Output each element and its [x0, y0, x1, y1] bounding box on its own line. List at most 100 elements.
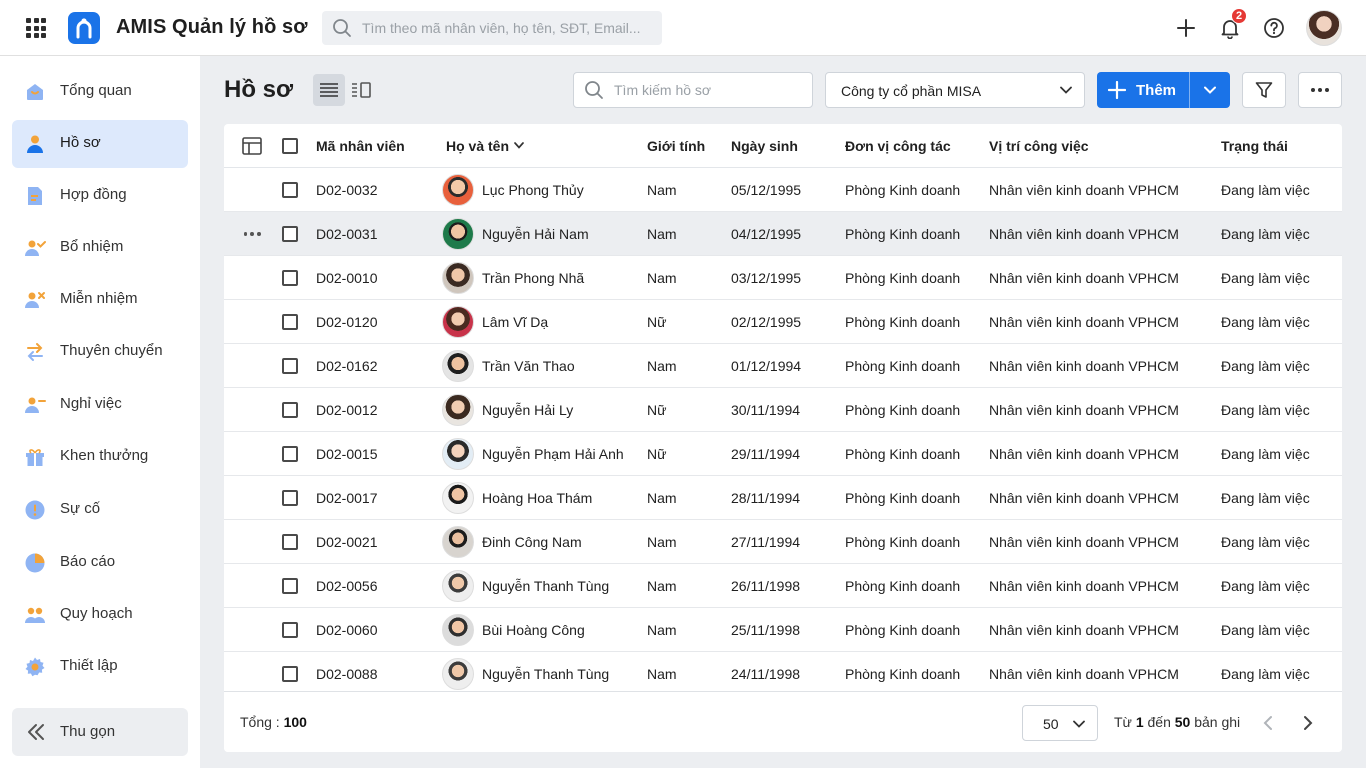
table-row[interactable]: D02-0012 Nguyễn Hải Ly Nữ 30/11/1994 Phò… [224, 388, 1342, 432]
table-row[interactable]: D02-0056 Nguyễn Thanh Tùng Nam 26/11/199… [224, 564, 1342, 608]
column-settings-icon[interactable] [242, 137, 262, 155]
help-icon[interactable] [1260, 14, 1288, 42]
cell-dob: 26/11/1998 [731, 578, 801, 594]
company-select[interactable]: Công ty cổ phần MISA [825, 72, 1085, 108]
table-row[interactable]: D02-0015 Nguyễn Phạm Hải Anh Nữ 29/11/19… [224, 432, 1342, 476]
sidebar-item-tong-quan[interactable]: Tổng quan [12, 68, 188, 116]
cell-gender: Nữ [647, 314, 667, 330]
row-more-icon[interactable] [242, 224, 262, 244]
notification-badge: 2 [1231, 8, 1247, 24]
row-checkbox[interactable] [282, 490, 298, 506]
row-checkbox[interactable] [282, 358, 298, 374]
cell-name: Nguyễn Hải Nam [482, 226, 589, 242]
cell-name: Trần Phong Nhã [482, 270, 585, 286]
company-select-value: Công ty cổ phần MISA [841, 83, 982, 99]
sidebar-item-label: Tổng quan [60, 82, 132, 99]
range-from: 1 [1135, 714, 1144, 730]
cell-name: Trần Văn Thao [482, 358, 575, 374]
row-checkbox[interactable] [282, 622, 298, 638]
row-checkbox[interactable] [282, 270, 298, 286]
next-page-button[interactable] [1296, 711, 1320, 735]
table-row[interactable]: D02-0060 Bùi Hoàng Công Nam 25/11/1998 P… [224, 608, 1342, 652]
record-range: Từ 1 đến 50 bản ghi [1114, 714, 1240, 730]
sidebar-item-khen-thuong[interactable]: Khen thưởng [12, 433, 188, 481]
column-header-code[interactable]: Mã nhân viên [316, 138, 405, 154]
add-icon[interactable] [1172, 14, 1200, 42]
add-button[interactable]: Thêm [1097, 72, 1189, 108]
employee-avatar [442, 218, 474, 250]
column-header-name[interactable]: Họ và tên [446, 138, 509, 154]
row-checkbox[interactable] [282, 534, 298, 550]
employee-avatar [442, 570, 474, 602]
page-size-value: 50 [1043, 716, 1059, 732]
person-icon [27, 135, 43, 153]
row-checkbox[interactable] [282, 314, 298, 330]
row-checkbox[interactable] [282, 666, 298, 682]
cell-status: Đang làm việc [1221, 402, 1310, 418]
sidebar-item-su-co[interactable]: Sự cố [12, 486, 188, 534]
table-row[interactable]: D02-0120 Lâm Vĩ Dạ Nữ 02/12/1995 Phòng K… [224, 300, 1342, 344]
row-checkbox[interactable] [282, 578, 298, 594]
global-search-input[interactable] [362, 20, 652, 36]
column-header-unit[interactable]: Đơn vị công tác [845, 138, 951, 154]
table-row[interactable]: D02-0021 Đinh Công Nam Nam 27/11/1994 Ph… [224, 520, 1342, 564]
global-search-box[interactable] [322, 11, 662, 45]
row-checkbox[interactable] [282, 226, 298, 242]
column-header-status[interactable]: Trạng thái [1221, 138, 1288, 154]
sort-down-icon[interactable] [514, 142, 524, 149]
table-row[interactable]: D02-0088 Nguyễn Thanh Tùng Nam 24/11/199… [224, 652, 1342, 691]
sidebar-item-label: Khen thưởng [60, 447, 149, 464]
cell-unit: Phòng Kinh doanh [845, 578, 961, 594]
table-row[interactable]: D02-0010 Trần Phong Nhã Nam 03/12/1995 P… [224, 256, 1342, 300]
sidebar-item-ho-so[interactable]: Hồ sơ [12, 120, 188, 168]
sidebar-item-bao-cao[interactable]: Báo cáo [12, 539, 188, 587]
table-row[interactable]: D02-0017 Hoàng Hoa Thám Nam 28/11/1994 P… [224, 476, 1342, 520]
prev-page-button[interactable] [1256, 711, 1280, 735]
range-mid: đến [1143, 714, 1175, 730]
table-row[interactable]: D02-0162 Trần Văn Thao Nam 01/12/1994 Ph… [224, 344, 1342, 388]
column-header-position[interactable]: Vị trí công việc [989, 138, 1089, 154]
cell-position: Nhân viên kinh doanh VPHCM [989, 622, 1179, 638]
sidebar-item-quy-hoach[interactable]: Quy hoạch [12, 591, 188, 639]
range-prefix: Từ [1114, 714, 1136, 730]
row-checkbox[interactable] [282, 446, 298, 462]
filter-button[interactable] [1242, 72, 1286, 108]
collapse-label: Thu gọn [60, 723, 116, 740]
app-grid-icon[interactable] [26, 18, 46, 38]
row-checkbox[interactable] [282, 402, 298, 418]
table-row[interactable]: D02-0031 Nguyễn Hải Nam Nam 04/12/1995 P… [224, 212, 1342, 256]
sidebar-item-mien-nhiem[interactable]: Miễn nhiệm [12, 276, 188, 324]
employee-avatar [442, 614, 474, 646]
cell-code: D02-0088 [316, 666, 378, 682]
detail-view-icon [352, 82, 371, 98]
detail-view-toggle[interactable] [345, 74, 377, 106]
cell-unit: Phòng Kinh doanh [845, 534, 961, 550]
collapse-sidebar-button[interactable]: Thu gọn [12, 708, 188, 756]
sidebar-item-thiet-lap[interactable]: Thiết lập [12, 643, 188, 691]
cell-unit: Phòng Kinh doanh [845, 182, 961, 198]
column-header-dob[interactable]: Ngày sinh [731, 138, 798, 154]
cell-code: D02-0060 [316, 622, 378, 638]
sidebar-item-bo-nhiem[interactable]: Bổ nhiệm [12, 224, 188, 272]
more-options-button[interactable] [1298, 72, 1342, 108]
sidebar-item-label: Miễn nhiệm [60, 290, 138, 307]
row-checkbox[interactable] [282, 182, 298, 198]
select-all-checkbox[interactable] [282, 138, 298, 154]
user-avatar[interactable] [1306, 10, 1342, 46]
cell-status: Đang làm việc [1221, 622, 1310, 638]
sidebar-item-thuyen-chuyen[interactable]: Thuyên chuyển [12, 328, 188, 376]
table-row[interactable]: D02-0032 Lục Phong Thủy Nam 05/12/1995 P… [224, 168, 1342, 212]
sidebar-item-nghi-viec[interactable]: Nghỉ việc [12, 381, 188, 429]
record-search-box[interactable] [573, 72, 813, 108]
add-dropdown-button[interactable] [1189, 72, 1230, 108]
column-header-gender[interactable]: Giới tính [647, 138, 705, 154]
notification-bell-icon[interactable]: 2 [1216, 8, 1247, 42]
cell-dob: 01/12/1994 [731, 358, 802, 374]
chevron-down-icon [1073, 720, 1085, 728]
list-view-toggle[interactable] [313, 74, 345, 106]
sidebar-item-hop-dong[interactable]: Hợp đồng [12, 172, 188, 220]
record-search-input[interactable] [614, 82, 804, 98]
employee-avatar [442, 658, 474, 690]
page-size-select[interactable]: 50 [1022, 705, 1098, 741]
table-header: Mã nhân viên Họ và tên Giới tính Ngày si… [224, 124, 1342, 168]
